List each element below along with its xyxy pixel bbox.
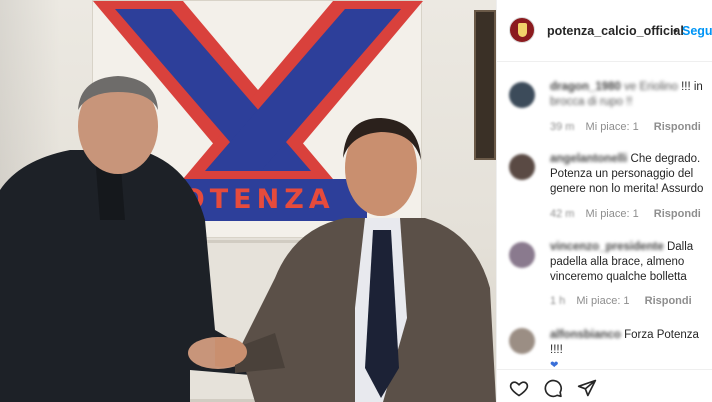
comment-username[interactable]: dragon_1980 [550, 80, 621, 95]
comment-text: dragon_1980 ve Eriolino !!! in brocca di… [550, 80, 710, 110]
comment-time: 42 m [550, 208, 575, 220]
comment-meta: 39 m Mi piace: 1 Rispondi [550, 121, 712, 133]
user-avatar-icon[interactable] [509, 242, 535, 268]
comment-icon[interactable] [543, 378, 563, 398]
comment-visible-text: !!! in [681, 81, 703, 93]
reply-button[interactable]: Rispondi [645, 295, 692, 307]
actions-divider [497, 369, 712, 370]
comment-time: 1 h [550, 295, 566, 307]
user-avatar-icon[interactable] [509, 82, 535, 108]
reply-button[interactable]: Rispondi [654, 121, 701, 133]
comment-username[interactable]: vincenzo_presidente [550, 240, 664, 255]
heart-icon[interactable] [509, 378, 529, 398]
comment-meta: 42 m Mi piace: 1 Rispondi [550, 208, 712, 220]
share-icon[interactable] [577, 378, 597, 398]
comment-text: vincenzo_presidente Dalla padella alla b… [550, 240, 710, 285]
follow-button[interactable]: Segu [682, 24, 712, 38]
post-header: potenza_calcio_official • Segu [497, 0, 712, 62]
club-logo-icon[interactable] [509, 17, 535, 43]
user-avatar-icon[interactable] [509, 154, 535, 180]
reply-button[interactable]: Rispondi [654, 208, 701, 220]
comment-time: 39 m [550, 121, 575, 133]
comments-panel: potenza_calcio_official • Segu dragon_19… [496, 0, 712, 402]
comment-username[interactable]: alfonsbianco [550, 328, 621, 343]
comment-likes[interactable]: Mi piace: 1 [576, 295, 629, 307]
man-right-figure [215, 118, 496, 402]
user-avatar-icon[interactable] [509, 328, 535, 354]
comment-meta: 1 h Mi piace: 1 Rispondi [550, 295, 704, 307]
comment-blurred-text: brocca di rupo !! [550, 96, 633, 108]
account-name[interactable]: potenza_calcio_official [547, 24, 684, 38]
post-photo[interactable]: POTENZA [0, 0, 496, 402]
comment-likes[interactable]: Mi piace: 1 [586, 208, 639, 220]
comment-text: angelantonelli Che degrado. Potenza un p… [550, 152, 710, 197]
post-actions [509, 378, 597, 398]
comment-text: alfonsbianco Forza Potenza !!!! ❤ [550, 328, 710, 373]
comment-blurred-text: ve Eriolino [624, 81, 678, 93]
comment-username[interactable]: angelantonelli [550, 152, 627, 167]
man-left-figure [0, 76, 250, 402]
header-separator: • [673, 24, 678, 38]
comment-likes[interactable]: Mi piace: 1 [586, 121, 639, 133]
